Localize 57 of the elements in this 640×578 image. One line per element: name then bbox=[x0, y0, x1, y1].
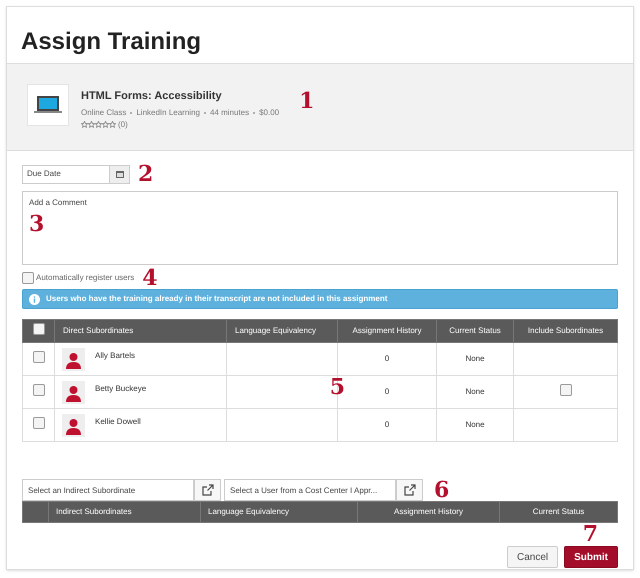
avatar-icon bbox=[62, 380, 85, 404]
table-header: Current Status bbox=[500, 502, 618, 522]
callout-number: 3 bbox=[29, 213, 44, 235]
page-title: Assign Training bbox=[20, 27, 202, 57]
table-cell: None bbox=[436, 376, 514, 408]
table-header: Indirect Subordinates bbox=[48, 502, 200, 522]
user-name: Betty Buckeye bbox=[95, 382, 146, 394]
callout-number: 6 bbox=[434, 479, 450, 501]
open-picker-button[interactable] bbox=[396, 479, 423, 501]
table-header: Assignment History bbox=[358, 502, 500, 522]
user-select-field[interactable]: Select an Indirect Subordinate bbox=[22, 479, 194, 501]
due-date-placeholder: Due Date bbox=[26, 168, 62, 180]
table-header: Language Equivalency bbox=[200, 502, 358, 522]
comment-placeholder: Add a Comment bbox=[29, 197, 88, 209]
checkbox-label: Automatically register users bbox=[36, 272, 134, 284]
external-link-icon bbox=[202, 484, 214, 496]
avatar-icon bbox=[62, 414, 85, 436]
open-picker-button[interactable] bbox=[194, 479, 221, 501]
course-title: HTML Forms: Accessibility bbox=[81, 89, 223, 104]
table-cell: None bbox=[436, 408, 514, 442]
comment-field[interactable]: Add a Comment 3 bbox=[22, 191, 618, 265]
external-link-icon bbox=[404, 484, 416, 496]
callout-number: 4 bbox=[142, 267, 158, 289]
checkbox[interactable] bbox=[32, 351, 44, 363]
table-header: Include Subordinates bbox=[514, 320, 618, 342]
table-cell: 0 bbox=[338, 408, 436, 442]
callout-number: 7 bbox=[582, 523, 598, 545]
info-icon bbox=[29, 294, 40, 304]
table-header: Direct Subordinates bbox=[54, 320, 226, 342]
table-cell: 0 bbox=[338, 342, 436, 376]
course-meta: $0.00 bbox=[259, 106, 280, 118]
checkbox[interactable] bbox=[32, 384, 44, 396]
user-name: Ally Bartels bbox=[95, 350, 136, 362]
laptop-icon bbox=[33, 95, 63, 115]
user-select-field[interactable]: Select a User from a Cost Center I Appr... bbox=[224, 479, 396, 501]
table-cell: None bbox=[436, 342, 514, 376]
rating-count: (0) bbox=[118, 118, 128, 130]
avatar-icon bbox=[62, 348, 85, 370]
table-header: Current Status bbox=[436, 320, 514, 342]
course-meta: 44 minutes bbox=[210, 106, 250, 118]
checkbox[interactable] bbox=[32, 323, 44, 335]
due-date-field[interactable]: Due Date bbox=[22, 164, 130, 184]
checkbox[interactable] bbox=[22, 272, 34, 284]
info-message: Users who have the training already in their transcript are not included in this assignment bbox=[46, 293, 388, 305]
table-header: Language Equivalency bbox=[226, 320, 338, 342]
checkbox[interactable] bbox=[32, 417, 44, 429]
checkbox[interactable] bbox=[560, 384, 572, 396]
table-header: Assignment History bbox=[338, 320, 436, 342]
course-meta: LinkedIn Learning bbox=[136, 106, 200, 118]
callout-number: 2 bbox=[138, 163, 154, 185]
submit-button[interactable]: Submit bbox=[564, 546, 618, 568]
user-name: Kellie Dowell bbox=[95, 416, 141, 428]
callout-number: 5 bbox=[330, 376, 345, 398]
callout-number: 1 bbox=[299, 90, 314, 112]
course-meta: Online Class bbox=[81, 106, 126, 118]
calendar-icon bbox=[116, 170, 124, 178]
cancel-button[interactable]: Cancel bbox=[506, 546, 558, 568]
